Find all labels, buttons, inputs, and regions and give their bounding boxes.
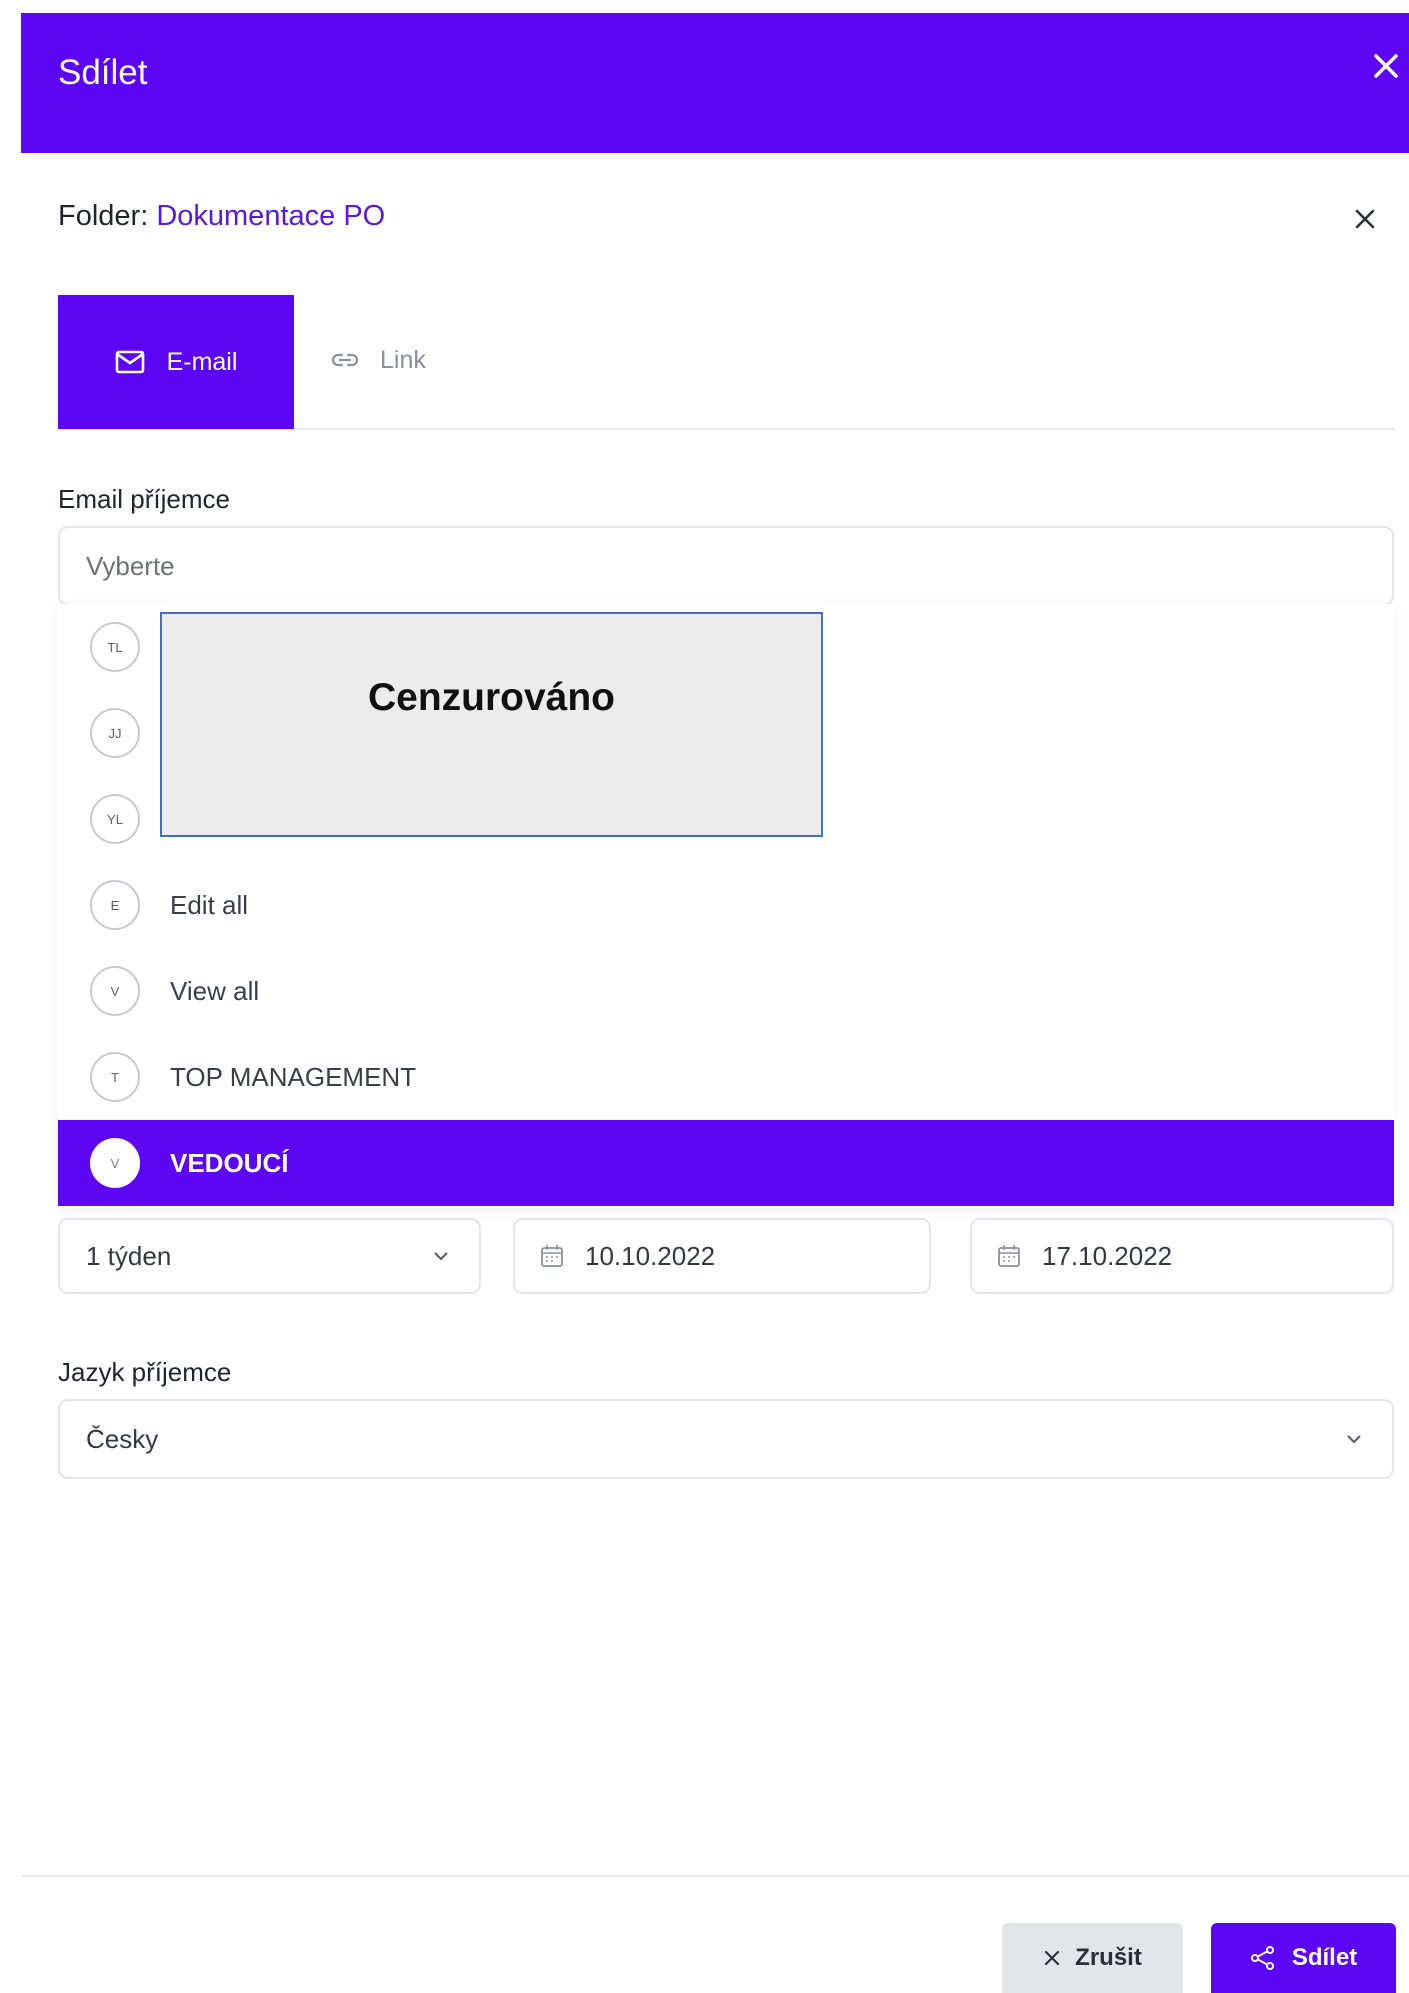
language-select[interactable]: Česky	[58, 1399, 1394, 1479]
avatar: TL	[90, 622, 140, 672]
language-label: Jazyk příjemce	[58, 1357, 232, 1387]
list-item[interactable]: V View all	[58, 948, 1394, 1034]
list-item[interactable]: T TOP MANAGEMENT	[58, 1034, 1394, 1120]
duration-select[interactable]: 1 týden	[58, 1218, 481, 1294]
avatar: V	[90, 966, 140, 1016]
cancel-button[interactable]: Zrušit	[1002, 1923, 1183, 1993]
close-icon	[1045, 1950, 1060, 1966]
recipient-label: Email příjemce	[58, 484, 230, 514]
redaction-label: Cenzurováno	[367, 676, 616, 719]
list-item-label: Edit all	[170, 889, 249, 920]
redaction-box: Cenzurováno	[160, 612, 823, 837]
list-item-label: VEDOUCÍ	[170, 1147, 289, 1178]
share-icon	[1250, 1946, 1274, 1970]
chevron-down-icon	[1347, 1435, 1361, 1444]
calendar-icon	[541, 1245, 563, 1267]
share-button[interactable]: Sdílet	[1211, 1923, 1396, 1993]
close-icon[interactable]	[1352, 206, 1378, 232]
link-icon	[331, 353, 359, 367]
mail-icon	[115, 350, 144, 374]
folder-prefix: Folder:	[58, 200, 149, 232]
recipient-placeholder: Vyberte	[86, 550, 175, 581]
language-value: Česky	[86, 1423, 159, 1454]
recipient-select[interactable]: Vyberte	[58, 526, 1394, 606]
folder-name[interactable]: Dokumentace PO	[156, 200, 385, 232]
tab-email[interactable]: E-mail	[58, 295, 294, 429]
date-from-value: 10.10.2022	[585, 1240, 716, 1271]
footer-divider	[21, 1875, 1409, 1877]
list-item-label: TOP MANAGEMENT	[170, 1061, 417, 1092]
modal-header: Sdílet	[21, 13, 1409, 153]
tab-email-label: E-mail	[166, 347, 238, 376]
avatar: E	[90, 880, 140, 930]
folder-info: Folder: Dokumentace PO	[58, 200, 385, 233]
tab-link[interactable]: Link	[330, 330, 426, 390]
list-item[interactable]: E Edit all	[58, 862, 1394, 948]
list-item-label: View all	[170, 975, 260, 1006]
duration-value: 1 týden	[86, 1240, 172, 1271]
list-item-selected[interactable]: V VEDOUCÍ	[58, 1120, 1394, 1206]
date-from-field[interactable]: 10.10.2022	[513, 1218, 931, 1294]
share-label: Sdílet	[1291, 1944, 1358, 1971]
date-to-field[interactable]: 17.10.2022	[970, 1218, 1394, 1294]
calendar-icon	[998, 1245, 1020, 1267]
avatar: YL	[90, 794, 140, 844]
avatar: V	[90, 1138, 140, 1188]
avatar: JJ	[90, 708, 140, 758]
chevron-down-icon	[434, 1252, 448, 1261]
tab-link-label: Link	[380, 345, 426, 374]
date-to-value: 17.10.2022	[1042, 1240, 1173, 1271]
cancel-label: Zrušit	[1075, 1944, 1142, 1971]
modal-title: Sdílet	[58, 53, 148, 92]
avatar: T	[90, 1052, 140, 1102]
close-icon[interactable]	[1363, 43, 1409, 89]
